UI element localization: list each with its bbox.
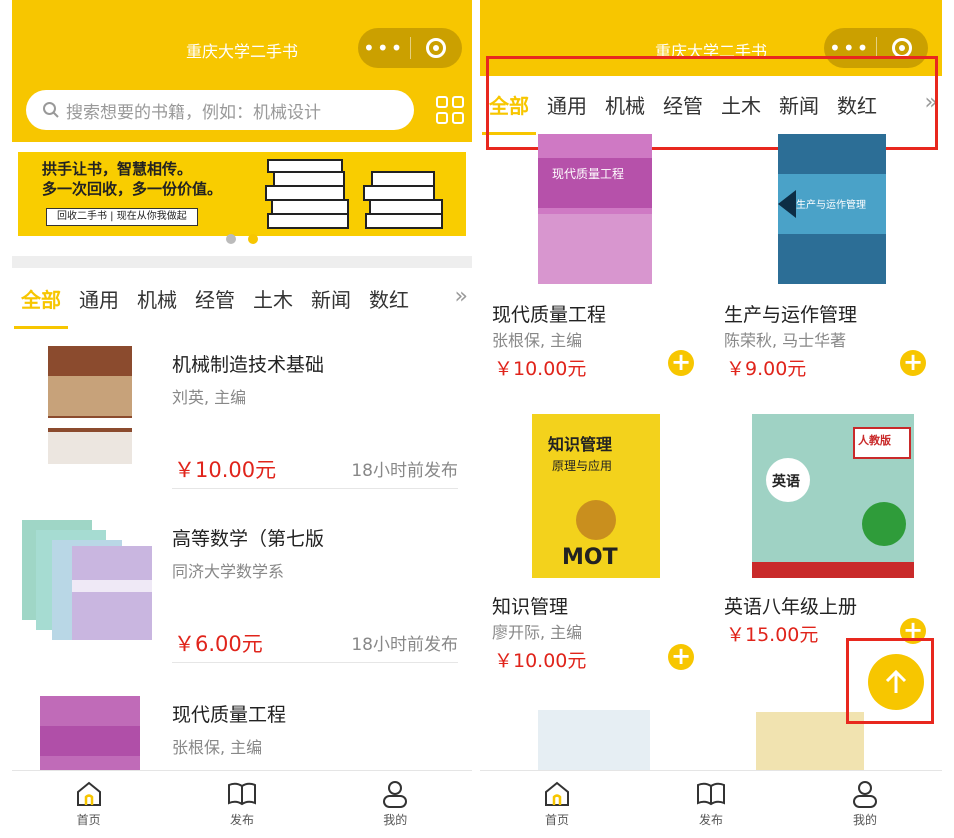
search-bar: 搜索想要的书籍，例如：机械设计 xyxy=(12,80,472,142)
nav-bar: 重庆大学二手书 ••• xyxy=(12,16,472,80)
tab-management[interactable]: 经管 xyxy=(186,284,244,313)
tab-journalism[interactable]: 新闻 xyxy=(302,284,360,313)
tabbar-home[interactable]: 首页 xyxy=(44,771,134,838)
publish-time: 18小时前发布 xyxy=(351,635,458,655)
section-gap xyxy=(12,256,472,268)
book-cover xyxy=(48,346,132,464)
indicator-dot-active xyxy=(248,234,258,244)
book-cover: 生产与运作管理 xyxy=(778,134,886,284)
tab-general[interactable]: 通用 xyxy=(70,284,128,313)
plus-icon[interactable]: + xyxy=(668,644,694,670)
status-bar xyxy=(12,0,472,16)
more-icon[interactable]: ••• xyxy=(358,28,410,68)
plus-icon[interactable]: + xyxy=(668,350,694,376)
book-cover xyxy=(40,696,140,770)
book-cover: 人教版 英语 xyxy=(752,414,914,578)
tabbar-mine-label: 我的 xyxy=(383,813,408,827)
cover-badge: 人教版 xyxy=(858,433,891,447)
book-author: 陈荣秋, 马士华著 xyxy=(724,331,847,350)
banner-line2: 多一次回收，多一份价值。 xyxy=(42,180,223,198)
highlight-box-top xyxy=(846,638,934,724)
banner-line1: 拱手让书，智慧相传。 xyxy=(42,160,193,178)
user-icon xyxy=(853,781,877,808)
bottom-tab-bar: 首页 发布 我的 xyxy=(480,770,942,838)
cover-brand: MOT xyxy=(562,545,618,570)
search-icon xyxy=(43,102,59,118)
banner-indicator xyxy=(12,234,472,244)
grid-icon[interactable] xyxy=(436,96,464,124)
tabbar-publish[interactable]: 发布 xyxy=(666,771,756,838)
tab-all[interactable]: 全部 xyxy=(12,284,70,329)
tabbar-mine[interactable]: 我的 xyxy=(350,771,440,838)
book-price: ￥15.00元 xyxy=(726,624,819,646)
mini-program-capsule: ••• xyxy=(358,28,462,68)
list-item[interactable]: 高等数学（第七版 同济大学数学系 ￥6.00元 18小时前发布 xyxy=(12,504,472,674)
list-item[interactable]: 现代质量工程 张根保, 主编 xyxy=(12,680,472,770)
tabbar-publish[interactable]: 发布 xyxy=(197,771,287,838)
right-phone-screen: 重庆大学二手书 ••• 全部 通用 机械 经管 土木 新闻 数红 » 现代质量工 xyxy=(480,0,942,838)
book-title: 现代质量工程 xyxy=(492,304,607,326)
divider xyxy=(172,662,458,663)
book-cover xyxy=(22,520,152,640)
book-title: 英语八年级上册 xyxy=(724,596,858,618)
book-cover-partial[interactable] xyxy=(538,710,650,770)
divider xyxy=(172,488,458,489)
cover-subtext: 原理与应用 xyxy=(552,458,612,473)
book-title: 生产与运作管理 xyxy=(724,304,858,326)
book-cover: 现代质量工程 xyxy=(538,134,652,284)
plus-icon[interactable]: + xyxy=(900,350,926,376)
left-phone-screen: 重庆大学二手书 ••• 搜索想要的书籍，例如：机械设计 拱手让书，智慧相传。 多… xyxy=(12,0,472,838)
tabbar-publish-label: 发布 xyxy=(698,813,723,827)
tabbar-publish-label: 发布 xyxy=(229,813,254,827)
user-icon xyxy=(383,781,408,808)
tabbar-home[interactable]: 首页 xyxy=(512,771,602,838)
indicator-dot xyxy=(226,234,236,244)
banner[interactable]: 拱手让书，智慧相传。 多一次回收，多一份价值。 回收二手书 | 现在从你我做起 xyxy=(18,152,466,236)
book-price: ￥10.00元 xyxy=(494,358,587,380)
search-input[interactable]: 搜索想要的书籍，例如：机械设计 xyxy=(26,90,414,130)
tabbar-home-label: 首页 xyxy=(544,813,569,827)
status-bar xyxy=(480,0,942,16)
search-placeholder: 搜索想要的书籍，例如：机械设计 xyxy=(66,102,321,123)
tabbar-mine[interactable]: 我的 xyxy=(820,771,910,838)
target-icon[interactable] xyxy=(877,38,929,58)
cover-text: 现代质量工程 xyxy=(552,166,624,181)
book-title: 机械制造技术基础 xyxy=(172,354,325,376)
book-title: 知识管理 xyxy=(492,596,569,618)
book-title: 高等数学（第七版 xyxy=(172,528,325,550)
bottom-tab-bar: 首页 发布 我的 xyxy=(12,770,472,838)
book-price: ￥9.00元 xyxy=(726,358,807,380)
book-icon xyxy=(227,782,256,806)
book-author: 同济大学数学系 xyxy=(172,562,285,581)
book-author: 张根保, 主编 xyxy=(492,331,583,350)
tab-civil[interactable]: 土木 xyxy=(244,284,302,313)
screenshot-root: 重庆大学二手书 ••• 搜索想要的书籍，例如：机械设计 拱手让书，智慧相传。 多… xyxy=(0,0,954,838)
book-price: ￥10.00元 xyxy=(494,650,587,672)
book-title: 现代质量工程 xyxy=(172,704,287,726)
book-icon xyxy=(697,782,725,806)
books-illustration xyxy=(265,159,443,229)
cover-text: 英语 xyxy=(771,473,800,490)
home-icon xyxy=(545,781,569,806)
list-item[interactable]: 机械制造技术基础 刘英, 主编 ￥10.00元 18小时前发布 xyxy=(12,330,472,500)
home-icon xyxy=(76,781,101,806)
book-price: ￥10.00元 xyxy=(174,458,277,482)
chevron-right-icon[interactable]: » xyxy=(455,284,468,309)
book-cover: 知识管理 原理与应用 MOT xyxy=(532,414,660,578)
publish-time: 18小时前发布 xyxy=(351,461,458,481)
tabbar-home-label: 首页 xyxy=(76,813,101,827)
book-author: 廖开际, 主编 xyxy=(492,623,583,642)
target-icon[interactable] xyxy=(411,38,463,58)
tabbar-mine-label: 我的 xyxy=(852,813,877,827)
category-tabs: 全部 通用 机械 经管 土木 新闻 数红 » xyxy=(12,270,472,329)
book-author: 张根保, 主编 xyxy=(172,738,263,757)
tab-mechanical[interactable]: 机械 xyxy=(128,284,186,313)
cover-text: 知识管理 xyxy=(548,435,612,454)
cover-text: 生产与运作管理 xyxy=(796,198,866,211)
banner-tag: 回收二手书 | 现在从你我做起 xyxy=(46,208,198,226)
book-price: ￥6.00元 xyxy=(174,632,263,656)
book-author: 刘英, 主编 xyxy=(172,388,247,407)
